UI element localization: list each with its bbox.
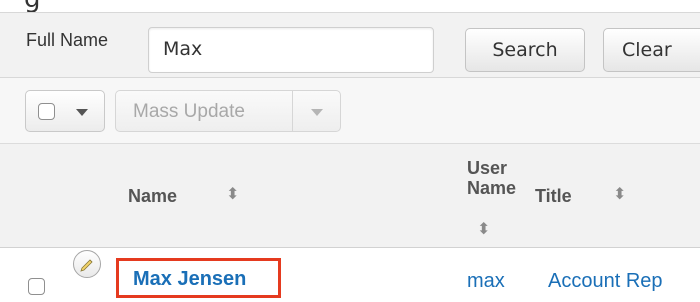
full-name-search-input[interactable]: Max [148, 27, 434, 73]
pencil-glyph [80, 259, 93, 272]
record-name-link[interactable]: Max Jensen [116, 258, 281, 298]
column-header-name[interactable]: Name [128, 186, 177, 207]
search-panel: Full Name Max Search Clear [0, 12, 700, 78]
table-header: Name ⬍ User Name ⬍ Title ⬍ [0, 144, 700, 248]
clear-button[interactable]: Clear [603, 28, 700, 72]
record-user-name-link[interactable]: max [467, 270, 505, 293]
user-name-header-line-2: Name [467, 178, 517, 198]
mass-update-button[interactable]: Mass Update [115, 90, 341, 132]
pencil-icon[interactable] [73, 250, 101, 278]
mass-update-label: Mass Update [133, 101, 245, 122]
sort-arrows-icon[interactable]: ⬍ [226, 187, 239, 203]
table-row: Max Jensen max Account Rep [0, 248, 700, 302]
sort-arrows-icon[interactable]: ⬍ [613, 187, 626, 203]
user-name-header-line-1: User [467, 158, 508, 178]
mass-update-divider [292, 91, 293, 131]
record-title-link[interactable]: Account Rep [548, 270, 663, 293]
list-action-bar: Mass Update [0, 78, 700, 144]
select-all-checkbox[interactable] [38, 103, 55, 120]
caret-down-icon[interactable] [311, 109, 323, 116]
full-name-label: Full Name [26, 30, 109, 50]
cropped-heading-text: g [24, 0, 41, 12]
search-button[interactable]: Search [465, 28, 585, 72]
column-header-user-name[interactable]: User Name [467, 158, 527, 198]
row-select-checkbox[interactable] [28, 278, 45, 295]
sort-arrows-icon[interactable]: ⬍ [477, 222, 490, 238]
top-cropped-heading: g [0, 0, 700, 12]
caret-down-icon[interactable] [76, 109, 88, 116]
select-all-dropdown[interactable] [25, 90, 105, 132]
column-header-title[interactable]: Title [535, 186, 572, 207]
